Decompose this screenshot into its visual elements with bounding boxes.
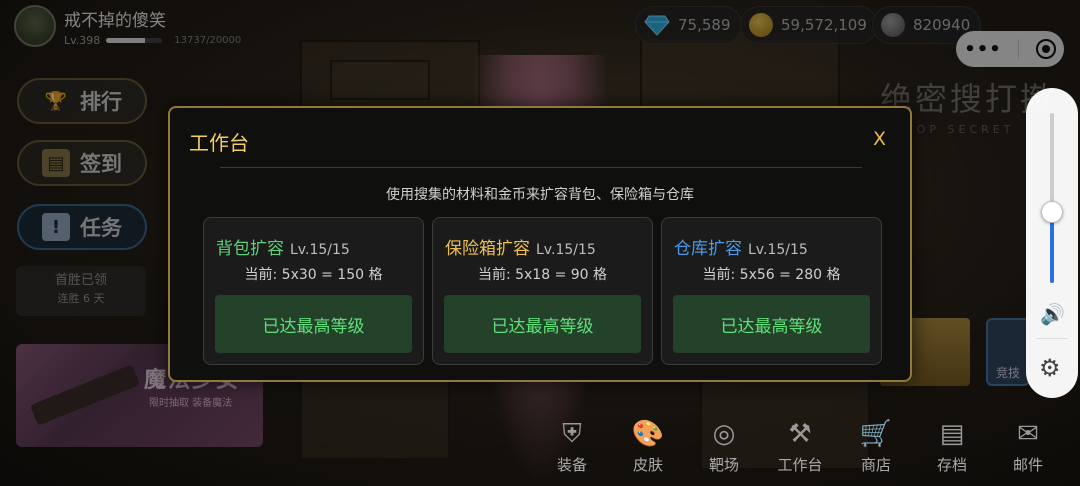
nav-item-range[interactable]: ◎ 靶场 (686, 416, 762, 475)
equipment-shield-icon: ⛨ (562, 419, 582, 449)
nav-item-equipment[interactable]: ⛨ 装备 (534, 416, 610, 475)
max-level-button[interactable]: 已达最高等级 (444, 295, 641, 353)
nav-label: 存档 (936, 456, 967, 474)
archive-icon: ▤ (939, 419, 965, 449)
safe-upgrade-card: 保险箱扩容 Lv.15/15 当前: 5x18 = 90 格 已达最高等级 (432, 217, 653, 365)
card-current-capacity: 当前: 5x30 = 150 格 (244, 267, 383, 283)
backpack-upgrade-card: 背包扩容 Lv.15/15 当前: 5x30 = 150 格 已达最高等级 (203, 217, 424, 365)
nav-item-shop[interactable]: 🛒 商店 (838, 416, 914, 475)
skin-palette-icon: 🎨 (631, 419, 665, 449)
nav-item-skin[interactable]: 🎨 皮肤 (610, 416, 686, 475)
warehouse-upgrade-card: 仓库扩容 Lv.15/15 当前: 5x56 = 280 格 已达最高等级 (661, 217, 882, 365)
nav-item-archive[interactable]: ▤ 存档 (914, 416, 990, 475)
max-level-button[interactable]: 已达最高等级 (215, 295, 412, 353)
system-side-panel: 🔊 ⚙ (1026, 88, 1078, 398)
card-title: 保险箱扩容 (445, 239, 530, 259)
max-level-button[interactable]: 已达最高等级 (673, 295, 870, 353)
gear-icon[interactable]: ⚙ (1039, 354, 1061, 382)
workbench-modal: 工作台 X 使用搜集的材料和金币来扩容背包、保险箱与仓库 背包扩容 Lv.15/… (168, 106, 912, 382)
modal-description: 使用搜集的材料和金币来扩容背包、保险箱与仓库 (386, 187, 694, 203)
volume-slider-knob[interactable] (1041, 200, 1063, 223)
workbench-tools-icon: ⚒ (788, 419, 812, 449)
nav-label: 装备 (556, 456, 587, 474)
shop-cart-icon: 🛒 (859, 419, 893, 449)
nav-label: 商店 (860, 456, 891, 474)
range-target-icon: ◎ (712, 419, 736, 449)
modal-title: 工作台 (189, 131, 249, 155)
card-title: 仓库扩容 (674, 239, 742, 259)
nav-item-workbench[interactable]: ⚒ 工作台 (762, 416, 838, 475)
nav-label: 靶场 (708, 456, 739, 474)
card-current-capacity: 当前: 5x56 = 280 格 (702, 267, 841, 283)
close-button[interactable]: X (873, 128, 886, 150)
nav-label: 邮件 (1012, 456, 1043, 474)
mail-icon: ✉ (1017, 419, 1039, 449)
modal-divider (220, 167, 862, 168)
card-title: 背包扩容 (216, 239, 284, 259)
card-current-capacity: 当前: 5x18 = 90 格 (477, 267, 608, 283)
nav-label: 工作台 (777, 456, 823, 474)
nav-label: 皮肤 (632, 456, 663, 474)
bottom-nav: ⛨ 装备 🎨 皮肤 ◎ 靶场 ⚒ 工作台 🛒 商店 ▤ 存档 ✉ 邮件 (534, 416, 1066, 475)
panel-divider (1036, 338, 1068, 339)
card-level: Lv.15/15 (536, 242, 596, 258)
volume-slider[interactable] (1050, 113, 1054, 283)
card-level: Lv.15/15 (290, 242, 350, 258)
nav-item-mail[interactable]: ✉ 邮件 (990, 416, 1066, 475)
card-level: Lv.15/15 (748, 242, 808, 258)
speaker-icon[interactable]: 🔊 (1040, 302, 1065, 326)
